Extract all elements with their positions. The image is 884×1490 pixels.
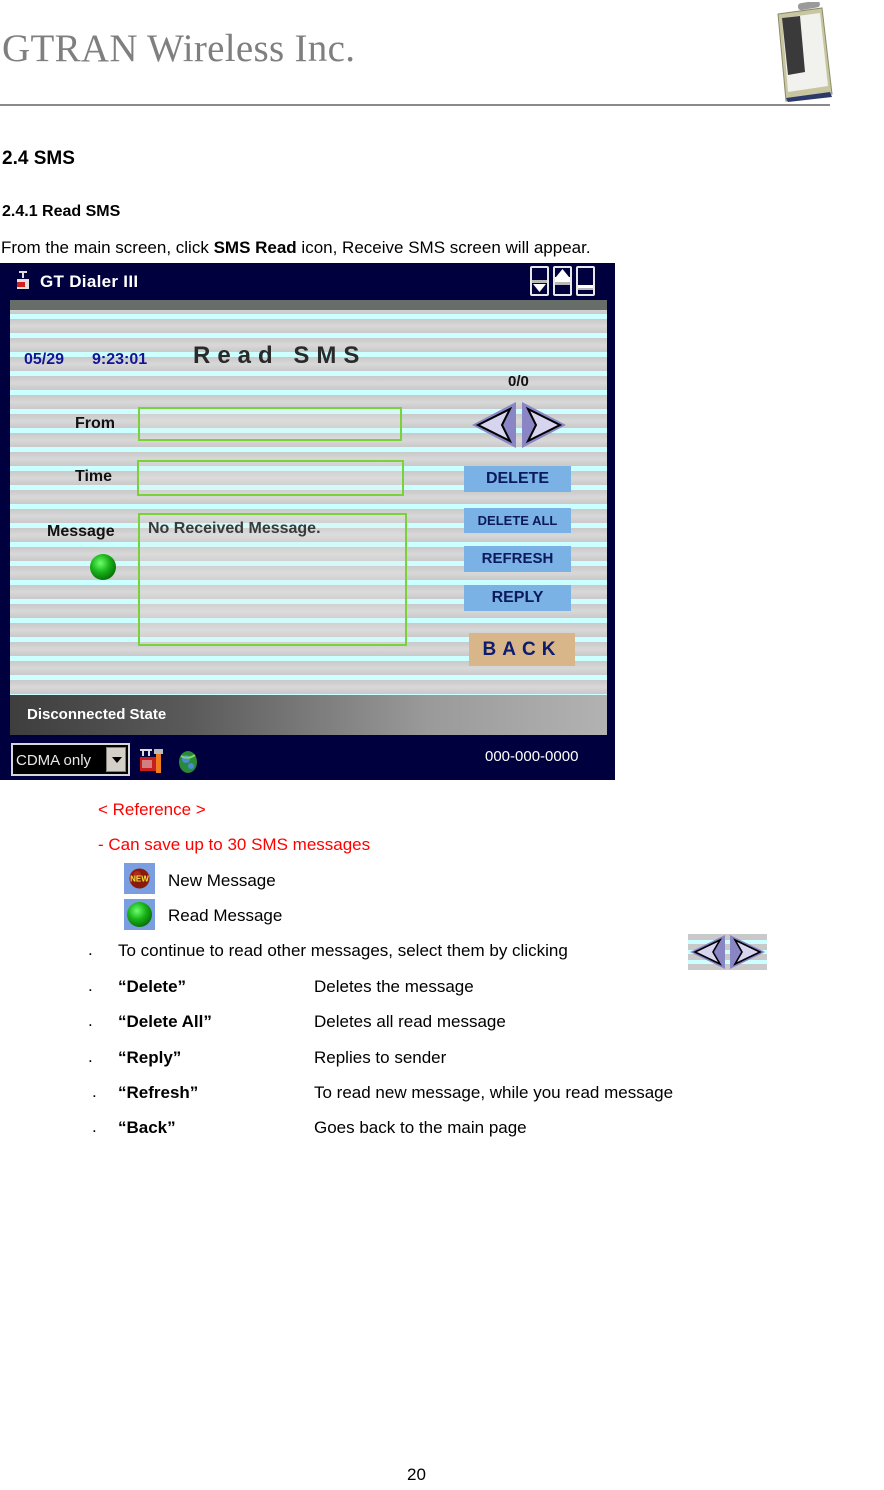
connection-status-bar: Disconnected State	[10, 695, 607, 735]
reply-button[interactable]: REPLY	[464, 585, 571, 611]
legend-new-message-label: New Message	[168, 871, 276, 890]
intro-bold-term: SMS Read	[213, 238, 297, 257]
connection-status: Disconnected State	[27, 706, 167, 723]
window-controls	[530, 266, 595, 296]
maximize-icon	[555, 269, 570, 285]
intro-paragraph: From the main screen, click SMS Read ico…	[1, 238, 591, 258]
read-sms-panel: 05/29 9:23:01 Read SMS 0/0 From Time Mes…	[10, 300, 607, 735]
read-message-status-icon	[90, 554, 116, 580]
app-modem-icon	[17, 271, 29, 289]
subsection-title: 2.4.1 Read SMS	[2, 203, 121, 220]
pc-card-modem-image	[777, 2, 833, 102]
svg-text:NEW: NEW	[130, 875, 149, 884]
network-mode-value: CDMA only	[16, 752, 92, 769]
bullet: .	[88, 1047, 93, 1066]
term-delete: “Delete”	[118, 977, 187, 996]
restore-button[interactable]	[576, 266, 595, 296]
modem-settings-icon[interactable]	[140, 748, 164, 774]
delete-all-button[interactable]: DELETE ALL	[464, 508, 571, 533]
refresh-button[interactable]: REFRESH	[464, 546, 571, 572]
term-refresh: “Refresh”	[118, 1083, 199, 1102]
message-label: Message	[47, 523, 115, 540]
new-message-icon: NEW	[124, 863, 155, 894]
bullet: .	[88, 940, 93, 959]
restore-icon	[578, 285, 593, 290]
desc-delete: Deletes the message	[314, 977, 474, 996]
network-mode-dropdown[interactable]: CDMA only	[11, 743, 130, 776]
green-dot-icon	[127, 902, 152, 927]
message-navigation	[472, 402, 566, 448]
gt-dialer-window: GT Dialer III 05/29 9:23:01 Read SMS 0/0…	[0, 263, 615, 780]
section-title: 2.4 SMS	[2, 148, 75, 169]
company-name: GTRAN Wireless Inc.	[2, 27, 356, 70]
date-display: 05/29	[24, 351, 65, 368]
legend-read-message-label: Read Message	[168, 906, 283, 925]
reference-note: - Can save up to 30 SMS messages	[98, 835, 371, 854]
page-number: 20	[407, 1465, 426, 1484]
navigation-arrows-icon	[688, 934, 767, 970]
time-label: Time	[75, 468, 113, 485]
desc-delete-all: Deletes all read message	[314, 1012, 506, 1031]
time-display: 9:23:01	[92, 351, 148, 368]
internet-globe-icon[interactable]	[178, 750, 198, 774]
window-title: GT Dialer III	[40, 272, 139, 291]
message-body-text: No Received Message.	[148, 520, 321, 537]
phone-number: 000-000-0000	[485, 748, 579, 765]
term-back: “Back”	[118, 1118, 176, 1137]
screen-title: Read SMS	[193, 342, 367, 369]
time-field[interactable]	[137, 460, 404, 496]
message-counter: 0/0	[508, 373, 529, 390]
from-field[interactable]	[138, 407, 402, 441]
term-delete-all: “Delete All”	[118, 1012, 212, 1031]
back-button[interactable]: BACK	[469, 633, 575, 666]
intro-text-after: icon, Receive SMS screen will appear.	[296, 238, 591, 257]
previous-message-button[interactable]	[472, 402, 516, 448]
navigate-instruction: To continue to read other messages, sele…	[118, 941, 568, 960]
maximize-button[interactable]	[553, 266, 572, 296]
panel-top-bar	[10, 300, 607, 310]
intro-text-before: From the main screen, click	[1, 238, 214, 257]
minimize-button[interactable]	[530, 266, 549, 296]
next-message-button[interactable]	[522, 402, 566, 448]
minimize-icon	[532, 280, 547, 292]
chevron-down-icon[interactable]	[106, 747, 126, 772]
reference-heading: < Reference >	[98, 800, 206, 819]
term-reply: “Reply”	[118, 1048, 182, 1067]
delete-button[interactable]: DELETE	[464, 466, 571, 492]
bullet: .	[88, 976, 93, 995]
message-body-field[interactable]: No Received Message.	[138, 513, 407, 646]
bullet: .	[92, 1117, 97, 1136]
read-message-icon	[124, 899, 155, 930]
bullet: .	[88, 1011, 93, 1030]
header-divider	[0, 104, 830, 106]
desc-reply: Replies to sender	[314, 1048, 447, 1067]
desc-refresh: To read new message, while you read mess…	[314, 1083, 674, 1102]
from-label: From	[75, 415, 115, 432]
desc-back: Goes back to the main page	[314, 1118, 527, 1137]
bullet: .	[92, 1082, 97, 1101]
